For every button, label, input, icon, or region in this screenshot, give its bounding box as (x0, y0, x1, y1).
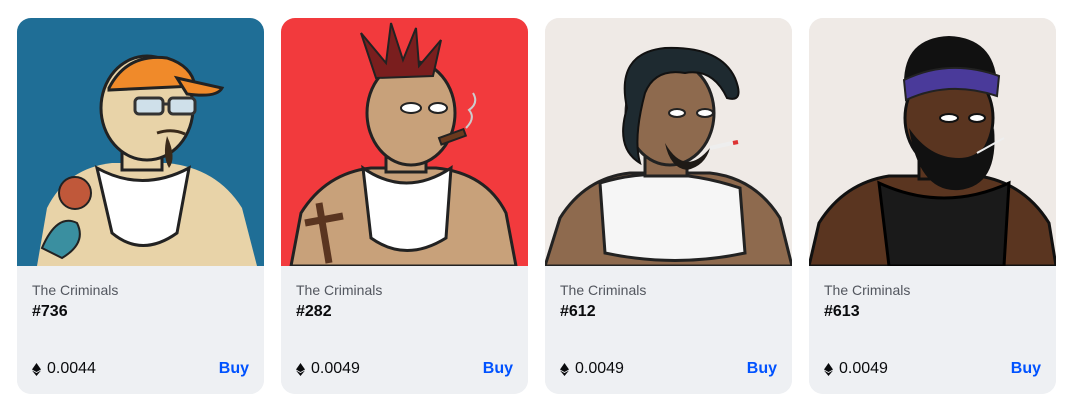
price-value: 0.0049 (839, 360, 888, 377)
token-id: #613 (824, 303, 860, 320)
price: 0.0049 (296, 360, 360, 378)
ethereum-icon (296, 362, 305, 376)
price: 0.0049 (824, 360, 888, 378)
token-id: #282 (296, 303, 332, 320)
nft-info: The Criminals #282 0.0049 Buy (281, 266, 528, 394)
buy-button[interactable]: Buy (1011, 360, 1041, 378)
nft-info: The Criminals #613 0.0049 Buy (809, 266, 1056, 394)
ethereum-icon (560, 362, 569, 376)
nft-card[interactable]: The Criminals #282 0.0049 Buy (281, 18, 528, 394)
buy-button[interactable]: Buy (747, 360, 777, 378)
token-id: #612 (560, 303, 596, 320)
nft-image[interactable] (545, 18, 792, 266)
price: 0.0049 (560, 360, 624, 378)
buy-button[interactable]: Buy (219, 360, 249, 378)
collection-name: The Criminals (296, 282, 383, 298)
collection-name: The Criminals (32, 282, 119, 298)
nft-card[interactable]: The Criminals #736 0.0044 Buy (17, 18, 264, 394)
ethereum-icon (32, 362, 41, 376)
price: 0.0044 (32, 360, 96, 378)
price-value: 0.0049 (575, 360, 624, 377)
nft-info: The Criminals #736 0.0044 Buy (17, 266, 264, 394)
buy-button[interactable]: Buy (483, 360, 513, 378)
nft-image[interactable] (17, 18, 264, 266)
collection-name: The Criminals (560, 282, 647, 298)
price-value: 0.0044 (47, 360, 96, 377)
nft-info: The Criminals #612 0.0049 Buy (545, 266, 792, 394)
token-id: #736 (32, 303, 68, 320)
nft-image[interactable] (281, 18, 528, 266)
nft-image[interactable] (809, 18, 1056, 266)
nft-card[interactable]: The Criminals #612 0.0049 Buy (545, 18, 792, 394)
nft-card[interactable]: The Criminals #613 0.0049 Buy (809, 18, 1056, 394)
collection-name: The Criminals (824, 282, 911, 298)
ethereum-icon (824, 362, 833, 376)
nft-grid: The Criminals #736 0.0044 Buy The Crimin… (17, 18, 1056, 394)
price-value: 0.0049 (311, 360, 360, 377)
